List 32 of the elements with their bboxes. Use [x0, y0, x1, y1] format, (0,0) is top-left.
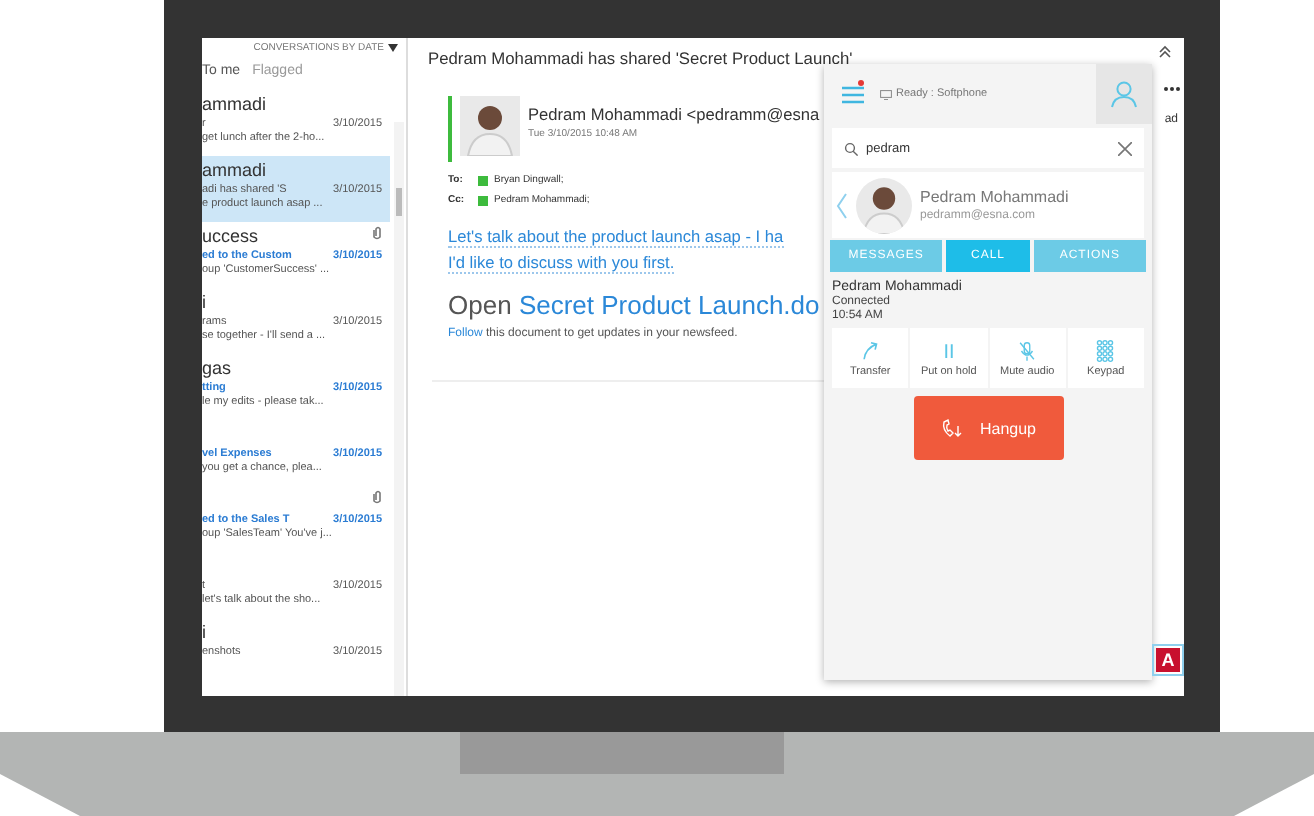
contact-name: Pedram Mohammadi — [920, 188, 1069, 206]
sender-name: i — [202, 622, 208, 644]
sender-name: Pedram Mohammadi <pedramm@esna — [528, 104, 820, 124]
more-icon[interactable] — [1164, 86, 1180, 92]
open-document-text: Open Secret Product Launch.do — [448, 290, 822, 320]
keypad-icon — [1094, 339, 1117, 361]
sender-name: i — [202, 292, 208, 314]
close-icon[interactable] — [1118, 141, 1132, 155]
chevron-up-icon[interactable] — [1158, 44, 1172, 58]
document-link[interactable]: Secret Product Launch.do — [518, 290, 820, 320]
logo: A — [1156, 648, 1180, 672]
avatar — [856, 177, 912, 233]
avatar — [460, 96, 520, 156]
phone-icon — [939, 416, 964, 440]
scroll-thumb[interactable] — [396, 188, 402, 216]
body-link[interactable]: I'd like to discuss with you first. — [448, 252, 675, 274]
menu-icon — [841, 85, 863, 103]
body-link[interactable]: Let's talk about the product launch asap - I ha — [448, 226, 784, 248]
caret-icon[interactable] — [388, 44, 398, 52]
sender-name: ammadi — [202, 94, 269, 116]
person-icon — [1110, 80, 1138, 108]
microphone-muted-icon — [1016, 339, 1039, 361]
message-subject: Pedram Mohammadi has shared 'Secret Product Launch' — [428, 48, 853, 68]
search-icon — [844, 141, 858, 155]
sender-name: gas — [202, 358, 234, 380]
chevron-left-icon[interactable] — [836, 191, 848, 219]
sender-name: uccess — [202, 226, 261, 248]
scrollbar[interactable] — [394, 122, 404, 696]
arrow-icon — [859, 339, 882, 361]
accent-bar — [448, 96, 452, 162]
sender-name: ammadi — [202, 160, 269, 182]
monitor-icon — [880, 89, 892, 99]
